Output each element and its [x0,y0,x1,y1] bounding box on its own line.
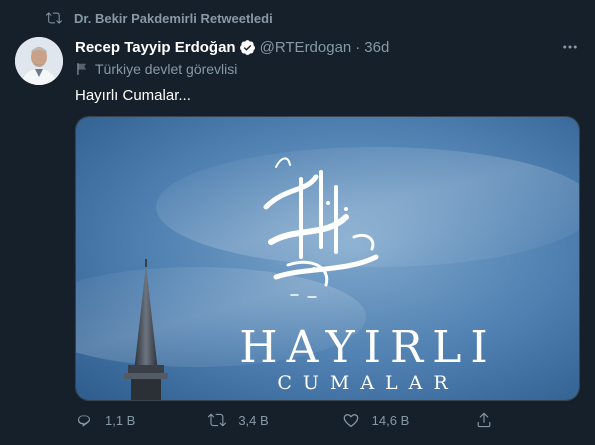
verified-badge-icon [239,39,256,56]
media-headline: HAYIRLI [239,322,497,373]
more-options-icon[interactable] [560,37,580,57]
flag-icon [75,62,89,76]
like-button[interactable]: 14,6 B [342,411,422,429]
share-icon [475,411,493,429]
retweet-icon [46,10,62,26]
share-button[interactable] [475,411,505,429]
author-handle[interactable]: @RTErdogan [260,39,352,56]
tweet-header: Recep Tayyip Erdoğan @RTErdogan · 36d [75,37,580,57]
retweeter-label[interactable]: Dr. Bekir Pakdemirli Retweetledi [74,11,273,26]
tweet-timestamp[interactable]: 36d [364,39,389,56]
reply-button[interactable]: 1,1 B [75,411,155,429]
account-label-text: Türkiye devlet görevlisi [95,61,238,77]
author-name[interactable]: Recep Tayyip Erdoğan [75,39,236,56]
avatar[interactable] [15,37,63,85]
retweet-count: 3,4 B [238,412,269,428]
media-subheadline: CUMALAR [277,372,458,394]
account-label[interactable]: Türkiye devlet görevlisi [75,61,237,77]
like-count: 14,6 B [371,412,410,428]
retweet-action-icon [208,411,227,429]
reply-icon [75,411,93,429]
tweet-text: Hayırlı Cumalar... [75,87,191,104]
heart-icon [342,411,360,429]
tweet-actions: 1,1 B 3,4 B 14,6 B [75,411,505,429]
reply-count: 1,1 B [105,412,136,428]
tweet-media-image[interactable]: HAYIRLI CUMALAR [75,116,580,401]
retweet-button[interactable]: 3,4 B [208,411,288,429]
separator-dot: · [355,38,361,56]
retweet-context[interactable]: Dr. Bekir Pakdemirli Retweetledi [46,10,273,26]
